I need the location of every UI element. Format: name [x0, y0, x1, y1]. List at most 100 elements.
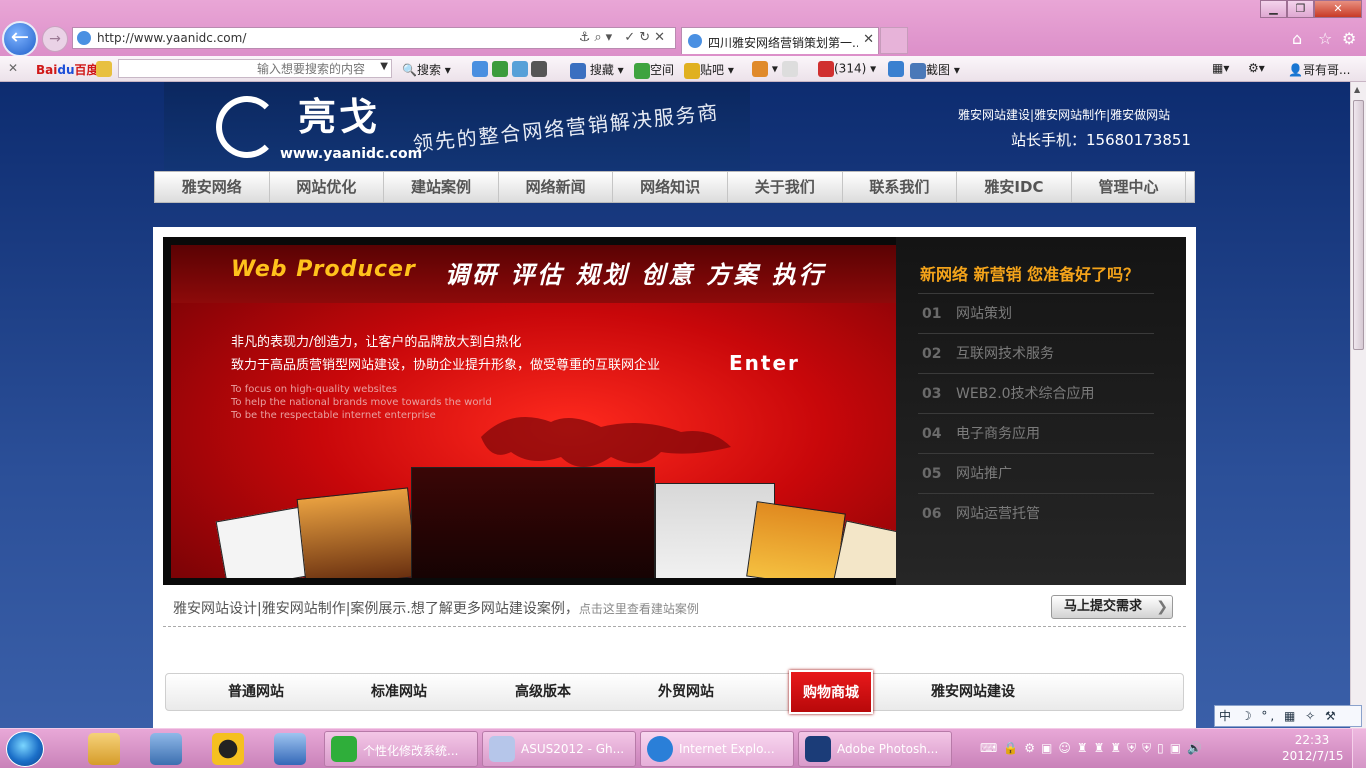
tab-basic-site[interactable]: 普通网站 — [228, 674, 284, 710]
taskbar-task[interactable]: Adobe Photosh... — [798, 731, 952, 767]
nav-item-knowledge[interactable]: 网络知识 — [613, 172, 728, 202]
close-window-button[interactable]: ✕ — [1314, 0, 1362, 18]
service-number: 02 — [922, 346, 942, 362]
vertical-scrollbar[interactable]: ▲ ▼ — [1350, 82, 1366, 728]
explorer-folder-icon[interactable] — [88, 733, 120, 765]
url-text[interactable]: http://www.yaanidc.com/ — [97, 31, 246, 45]
logo-name[interactable]: 亮戈 — [298, 86, 380, 141]
submit-request-button[interactable]: 马上提交需求 ❯ — [1051, 595, 1173, 619]
service-item[interactable]: 03 WEB2.0技术综合应用 — [918, 373, 1154, 413]
space-button[interactable]: 空间 — [634, 61, 674, 79]
service-label: 电子商务应用 — [956, 426, 1040, 442]
case-intro: 雅安网站设计|雅安网站制作|案例展示.想了解更多网站建设案例，点击这里查看建站案… — [173, 598, 699, 618]
close-toolbar-icon[interactable]: ✕ — [8, 61, 18, 75]
collect-button[interactable]: 搜藏 ▾ — [570, 61, 624, 79]
enter-button[interactable]: Enter — [729, 351, 800, 375]
scrollbar-thumb[interactable] — [1353, 100, 1364, 350]
nav-item-news[interactable]: 网络新闻 — [499, 172, 614, 202]
safety-gear-icon[interactable]: ⚙▾ — [1248, 61, 1265, 75]
home-icon[interactable]: ⌂ — [1292, 29, 1302, 48]
taskbar-task[interactable]: ASUS2012 - Gh... — [482, 731, 636, 767]
taskbar: 个性化修改系统... ASUS2012 - Gh... Internet Exp… — [0, 728, 1366, 768]
service-item[interactable]: 06 网站运营托管 — [918, 493, 1154, 533]
tab-trade-site[interactable]: 外贸网站 — [658, 674, 714, 710]
banner-headline-en: Web Producer — [231, 257, 416, 282]
pen-icon[interactable] — [888, 61, 904, 77]
banner-promo[interactable]: Web Producer 调研 评估 规划 创意 方案 执行 非凡的表现力/创造… — [171, 245, 896, 578]
top-link-do-website[interactable]: 雅安做网站 — [1110, 108, 1170, 122]
chevron-down-icon[interactable]: ▼ — [380, 61, 388, 72]
main-content: Web Producer 调研 评估 规划 创意 方案 执行 非凡的表现力/创造… — [153, 227, 1196, 728]
nav-item-cases[interactable]: 建站案例 — [384, 172, 499, 202]
new-tab-button[interactable] — [880, 27, 908, 54]
plane-app-icon[interactable] — [274, 733, 306, 765]
tab-standard-site[interactable]: 标准网站 — [371, 674, 427, 710]
service-number: 03 — [922, 386, 942, 402]
toolbar-icons-group[interactable] — [472, 61, 548, 77]
top-link-website-build[interactable]: 雅安网站建设 — [958, 108, 1030, 122]
maximize-button[interactable]: ❐ — [1287, 0, 1314, 18]
clock[interactable]: 22:33 2012/7/15 — [1282, 732, 1344, 764]
nav-item-idc[interactable]: 雅安IDC — [957, 172, 1072, 202]
toolbar-app-icon[interactable] — [96, 61, 112, 77]
service-number: 04 — [922, 426, 942, 442]
tab-shopping-mall[interactable]: 购物商城 — [789, 670, 873, 714]
tab-yaan-site-build[interactable]: 雅安网站建设 — [931, 674, 1015, 710]
taskbar-task[interactable]: 个性化修改系统... — [324, 731, 478, 767]
user-account-button[interactable]: 👤哥有哥... — [1288, 61, 1350, 78]
dashed-divider — [163, 626, 1186, 627]
user-label: 哥有哥... — [1302, 63, 1351, 77]
search-button[interactable]: 🔍搜索 ▾ — [402, 61, 451, 78]
browser-tab-active[interactable]: 四川雅安网络营销策划第一... ✕ — [681, 27, 879, 54]
nav-item-about[interactable]: 关于我们 — [728, 172, 843, 202]
nav-item-contact[interactable]: 联系我们 — [843, 172, 958, 202]
ime-toolbar-icons: 中 ☽ °, ▦ ✧ ⚒ — [1219, 709, 1339, 723]
screenshot-button[interactable]: 截图 ▾ — [910, 61, 960, 79]
task-label: 个性化修改系统... — [363, 744, 459, 758]
qq-penguin-icon[interactable] — [212, 733, 244, 765]
service-item[interactable]: 02 互联网技术服务 — [918, 333, 1154, 373]
service-number: 01 — [922, 306, 942, 322]
start-button[interactable] — [6, 731, 44, 767]
toolbar-extra-icons[interactable]: ▾ — [752, 61, 798, 77]
tab-advanced-version[interactable]: 高级版本 — [515, 674, 571, 710]
favorites-star-icon[interactable]: ☆ — [1318, 29, 1332, 48]
service-item[interactable]: 05 网站推广 — [918, 453, 1154, 493]
tab-title: 四川雅安网络营销策划第一... — [708, 36, 858, 50]
service-item[interactable]: 01 网站策划 — [918, 293, 1154, 333]
tieba-button[interactable]: 贴吧 ▾ — [684, 61, 734, 79]
package-tabs: 普通网站 标准网站 高级版本 外贸网站 购物商城 雅安网站建设 — [165, 670, 1184, 714]
control-panel-icon[interactable] — [150, 733, 182, 765]
browser-title-bar: ▁ ❐ ✕ ← → http://www.yaanidc.com/ ⚓⌕▾ ✓↻… — [0, 0, 1366, 57]
taskbar-task-active[interactable]: Internet Explo... — [640, 731, 794, 767]
service-item[interactable]: 04 电子商务应用 — [918, 413, 1154, 453]
ime-toolbar[interactable]: 中 ☽ °, ▦ ✧ ⚒ — [1214, 705, 1362, 727]
show-desktop-button[interactable] — [1352, 729, 1366, 768]
case-link[interactable]: 点击这里查看建站案例 — [579, 602, 699, 616]
tools-gear-icon[interactable]: ⚙ — [1342, 29, 1356, 48]
address-tools-icon[interactable]: ⚓⌕▾ ✓↻✕ — [579, 30, 669, 45]
logo-swirl-icon — [216, 96, 278, 158]
minimize-button[interactable]: ▁ — [1260, 0, 1287, 18]
forward-button[interactable]: → — [42, 26, 68, 52]
service-label: 互联网技术服务 — [956, 346, 1054, 362]
nav-item-yaan-network[interactable]: 雅安网络 — [155, 172, 270, 202]
logo-url: www.yaanidc.com — [280, 146, 423, 162]
banner-headline-cn: 调研 评估 规划 创意 方案 执行 — [445, 261, 826, 289]
service-label: 网站运营托管 — [956, 506, 1040, 522]
nav-item-seo[interactable]: 网站优化 — [270, 172, 385, 202]
web-page: 亮戈 www.yaanidc.com 领先的整合网络营销解决服务商 雅安网站建设… — [0, 82, 1350, 728]
page-menu-icon[interactable]: ▦▾ — [1212, 61, 1229, 75]
tab-close-icon[interactable]: ✕ — [863, 32, 874, 47]
baidu-search-box[interactable]: ▼ — [118, 59, 392, 78]
top-link-website-make[interactable]: 雅安网站制作 — [1034, 108, 1106, 122]
back-button[interactable]: ← — [2, 21, 38, 57]
baidu-search-input[interactable] — [119, 60, 369, 77]
nav-item-admin[interactable]: 管理中心 — [1072, 172, 1187, 202]
system-tray-icons[interactable]: ⌨🔒⚙▣☺♜♜♜⛨⛨▯▣🔊 — [980, 741, 1208, 756]
submit-request-label: 马上提交需求 — [1064, 599, 1143, 614]
top-links: 雅安网站建设|雅安网站制作|雅安做网站 — [958, 108, 1171, 122]
mail-button[interactable]: (314) ▾ — [818, 61, 876, 77]
scroll-up-icon[interactable]: ▲ — [1354, 85, 1360, 94]
address-bar[interactable]: http://www.yaanidc.com/ ⚓⌕▾ ✓↻✕ — [72, 27, 676, 49]
